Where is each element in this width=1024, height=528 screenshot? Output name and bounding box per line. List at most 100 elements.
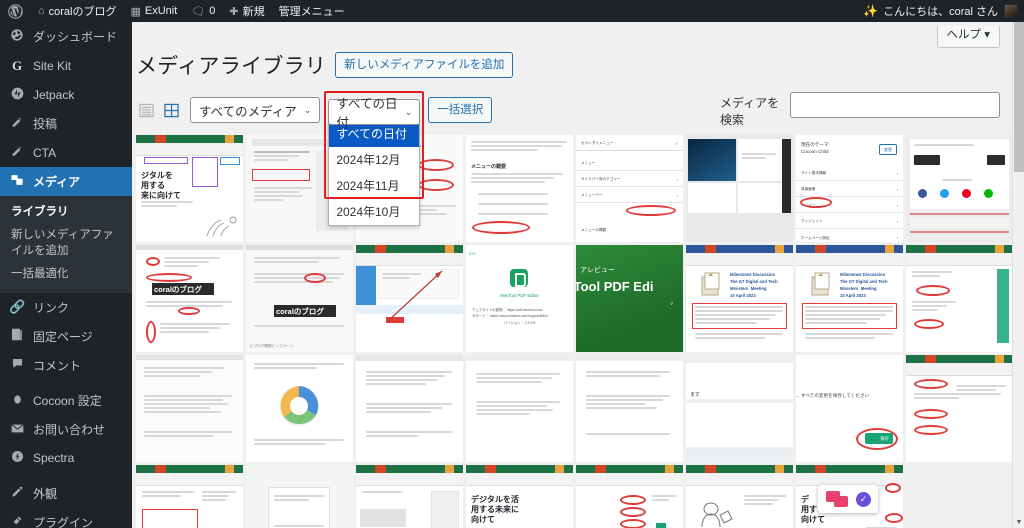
admin-bar-admin-menu-label: 管理メニュー [278, 6, 345, 18]
media-thumbnail [906, 355, 1012, 462]
sidebar-item-links[interactable]: 🔗 リンク [0, 293, 132, 322]
media-thumbnail [466, 355, 573, 462]
grid-view-icon[interactable] [161, 100, 182, 121]
sidebar-item-pages[interactable]: 固定ページ [0, 322, 132, 351]
media-item[interactable] [576, 465, 683, 528]
media-item[interactable]: ジタルを 用する 来に向けて [136, 135, 243, 242]
sidebar-subitem-bulk-optimize[interactable]: 一括最適化 [0, 263, 132, 286]
media-item[interactable]: 話業を開催したとき、意見交換を行いました。 [686, 465, 793, 528]
admin-bar-new-content[interactable]: ✚ 新規 [222, 0, 271, 22]
admin-bar-account[interactable]: ✨ こんにちは、coral さん [861, 3, 1024, 19]
media-item[interactable]: アレビュー iTool PDF Edi v [576, 245, 683, 352]
media-item[interactable]: coralのブログ ビブログ開設トップページ [246, 245, 353, 352]
sidebar-item-comments[interactable]: コメント [0, 351, 132, 380]
media-thumbnail: セカンダリメニュー ✕ メニュー サイドバー用カテゴリー › メニューバー › メニュ… [576, 135, 683, 242]
cocoon-icon [9, 393, 25, 408]
sidebar-item-dashboard[interactable]: ダッシュボード [0, 22, 132, 51]
media-item[interactable]: デ用する未来に向けて ✓ [796, 465, 903, 528]
admin-bar-exunit[interactable]: ▦ ExUnit [124, 0, 185, 22]
admin-bar-new-label: 新規 [242, 6, 265, 18]
media-thumbnail: coralのブログ [136, 245, 243, 352]
media-item[interactable] [356, 245, 463, 352]
media-item[interactable]: に、すべての変更を保存してください 保存 [796, 355, 903, 462]
list-view-icon[interactable] [136, 100, 157, 121]
media-thumbnail: Milestone2 Discussion The GT Digital and … [796, 245, 903, 352]
media-item[interactable] [356, 355, 463, 462]
sidebar-subitem-add-new-media[interactable]: 新しいメディアファイルを追加 [0, 224, 132, 263]
sparkle-icon[interactable]: ✨ [861, 4, 883, 18]
sidebar-item-plugins[interactable]: プラグイン [0, 508, 132, 528]
media-item[interactable] [906, 245, 1012, 352]
media-type-filter-value: すべてのメディア [199, 104, 297, 119]
media-item[interactable] [906, 355, 1012, 462]
caret-down-icon[interactable]: ▼ [1013, 516, 1024, 528]
sidebar-item-spectra[interactable]: Spectra [0, 444, 132, 473]
media-item[interactable] [356, 465, 463, 528]
media-thumbnail: デジタルを活 用する未来に 向けて [466, 465, 573, 528]
sidebar-item-site-kit[interactable]: G Site Kit [0, 51, 132, 80]
sidebar-item-cta[interactable]: CTA [0, 138, 132, 167]
social-icon-pinterest [962, 189, 971, 198]
search-input[interactable] [790, 92, 1000, 119]
social-icon-facebook [918, 189, 927, 198]
media-item[interactable] [136, 465, 243, 528]
sidebar-item-cocoon-settings[interactable]: Cocoon 設定 [0, 386, 132, 415]
main-content: ヘルプ ▾ メディアライブラリ 新しいメディアファイルを追加 すべてのメディア … [132, 22, 1012, 528]
sidebar-item-contact-label: お問い合わせ [33, 422, 106, 437]
media-item[interactable]: coralのブログ [136, 245, 243, 352]
admin-bar-exunit-label: ExUnit [144, 5, 178, 17]
sidebar-item-contact[interactable]: お問い合わせ [0, 415, 132, 444]
site-kit-icon: G [11, 57, 23, 73]
media-item[interactable]: LYC MiniTool PDF Editor ウェブサイトの説明： https… [466, 245, 573, 352]
media-item[interactable] [246, 465, 353, 528]
sidebar-item-posts[interactable]: 投稿 [0, 109, 132, 138]
media-item[interactable] [246, 355, 353, 462]
media-thumbnail: Milestone2 Discussion The GT Digital and … [686, 245, 793, 352]
media-item[interactable] [906, 135, 1012, 242]
exunit-icon: ▦ [130, 5, 141, 18]
media-item[interactable]: デジタルを活 用する未来に 向けて [466, 465, 573, 528]
media-item[interactable]: ます [686, 355, 793, 462]
media-item[interactable]: Milestone2 Discussion The GT Digital and … [686, 245, 793, 352]
sidebar-item-media[interactable]: メディア [0, 167, 132, 196]
sidebar-item-cta-label: CTA [33, 145, 57, 160]
media-thumbnail: ジタルを 用する 来に向けて [136, 135, 243, 242]
media-item[interactable] [576, 355, 683, 462]
admin-bar-site-link[interactable]: ⌂ coralのブログ [31, 0, 124, 22]
scrollbar-thumb[interactable] [1014, 22, 1024, 172]
media-thumbnail [136, 465, 243, 528]
media-item[interactable] [686, 135, 793, 242]
sidebar-subitem-library[interactable]: ライブラリ [0, 201, 132, 224]
bulk-select-button[interactable]: 一括選択 [428, 96, 493, 124]
media-thumbnail: coralのブログ ビブログ開設トップページ [246, 245, 353, 352]
sidebar-item-plugins-label: プラグイン [33, 515, 94, 528]
media-item[interactable]: Milestone2 Discussion The GT Digital and … [796, 245, 903, 352]
media-type-filter[interactable]: すべてのメディア ⌄ [190, 97, 321, 123]
media-thumbnail [136, 355, 243, 462]
add-new-media-button[interactable]: 新しいメディアファイルを追加 [335, 51, 514, 79]
media-item[interactable]: セカンダリメニュー ✕ メニュー サイドバー用カテゴリー › メニューバー › メニュ… [576, 135, 683, 242]
post-icon [9, 116, 25, 132]
view-switcher [136, 100, 182, 121]
admin-bar-comments[interactable]: 🗨 0 [184, 0, 222, 22]
social-icon-line [984, 189, 993, 198]
date-option-2024-11[interactable]: 2024年11月 [329, 173, 419, 199]
sidebar-item-appearance[interactable]: 外観 [0, 479, 132, 508]
media-item[interactable]: 現在のテーマ Cocoon Child 変更 サイト基本情報 › 背景画像 › メニュ… [796, 135, 903, 242]
chevron-down-icon: ⌄ [404, 106, 413, 117]
media-grid-wrapper: ジタルを 用する 来に向けて メニューの概要 セカンダリメニュー ✕ メニュー … [136, 135, 1012, 528]
media-item[interactable]: メニューの概要 [466, 135, 573, 242]
wordpress-logo-icon[interactable] [0, 0, 31, 22]
media-item[interactable] [466, 355, 573, 462]
caret-down-icon: ▾ [984, 29, 990, 41]
sidebar-item-pages-label: 固定ページ [33, 329, 93, 344]
link-icon: 🔗 [9, 299, 26, 315]
page-scrollbar[interactable]: ▲ ▼ [1012, 22, 1024, 528]
admin-bar-admin-menu[interactable]: 管理メニュー [272, 0, 352, 22]
media-item[interactable] [136, 355, 243, 462]
date-filter-select[interactable]: すべての日付 ⌄ [328, 97, 421, 130]
sidebar-item-jetpack[interactable]: Jetpack [0, 80, 132, 109]
help-button[interactable]: ヘルプ ▾ [936, 26, 1000, 48]
date-option-2024-12[interactable]: 2024年12月 [329, 147, 419, 173]
date-option-2024-10[interactable]: 2024年10月 [329, 199, 419, 225]
